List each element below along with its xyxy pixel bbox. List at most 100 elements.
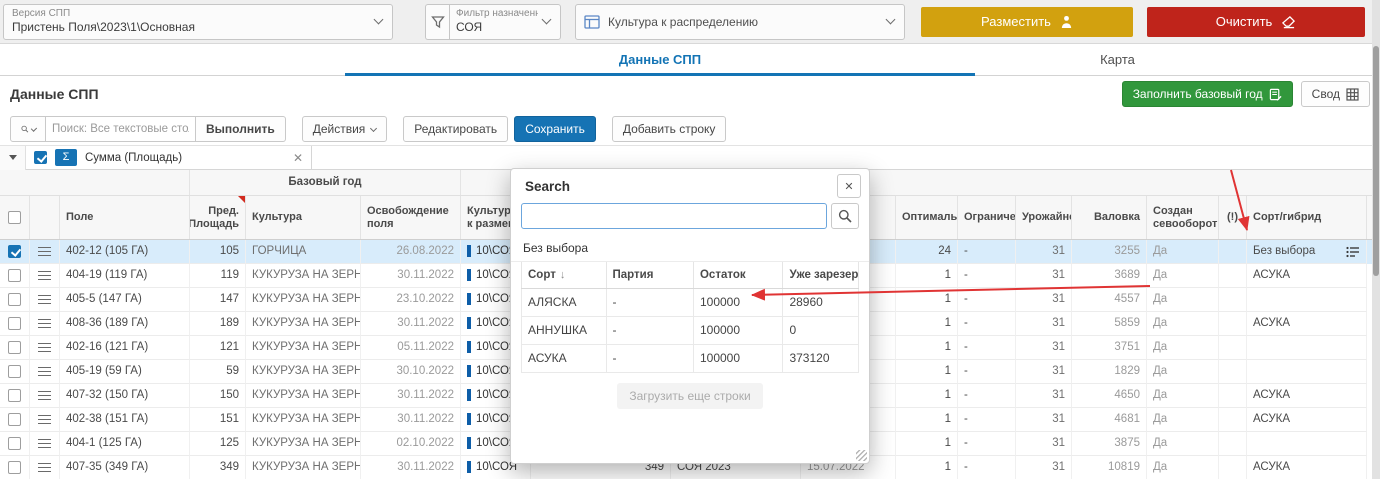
col-optimal[interactable]: Оптимальн bbox=[896, 196, 958, 239]
col-release[interactable]: Освобождение поля bbox=[361, 196, 461, 239]
sort-hybrid-cell[interactable]: АСУКА bbox=[1247, 456, 1367, 479]
sort-hybrid-cell[interactable] bbox=[1247, 288, 1367, 312]
sort-hybrid-cell[interactable]: АСУКА bbox=[1247, 384, 1367, 408]
col-gross[interactable]: Валовка bbox=[1072, 196, 1147, 239]
summary-button-label: Свод bbox=[1312, 87, 1340, 101]
created-cell: Да bbox=[1147, 336, 1219, 360]
col-limit[interactable]: Ограничен bbox=[958, 196, 1016, 239]
lov-header-row: Сорт↓ Партия Остаток Уже зарезервирова bbox=[521, 262, 859, 289]
lov-col-sort[interactable]: Сорт↓ bbox=[521, 262, 607, 288]
row-menu-icon[interactable] bbox=[30, 360, 60, 384]
lov-picker-icon[interactable] bbox=[1346, 246, 1360, 258]
select-all-checkbox[interactable] bbox=[0, 196, 30, 239]
row-select-checkbox[interactable] bbox=[0, 384, 30, 408]
field-cell: 405-5 (147 ГА) bbox=[60, 288, 190, 312]
lov-row[interactable]: АЛЯСКА-10000028960 bbox=[521, 289, 859, 317]
fill-base-year-button[interactable]: Заполнить базовый год bbox=[1122, 81, 1293, 107]
top-toolbar: Версия СПП Пристень Поля\2023\1\Основная… bbox=[0, 0, 1380, 44]
row-menu-icon[interactable] bbox=[30, 432, 60, 456]
sort-hybrid-cell[interactable] bbox=[1247, 432, 1367, 456]
row-menu-icon[interactable] bbox=[30, 384, 60, 408]
grid-icon bbox=[1346, 88, 1359, 101]
place-button[interactable]: Разместить bbox=[921, 7, 1133, 37]
search-icon[interactable] bbox=[831, 203, 859, 229]
row-select-checkbox[interactable] bbox=[0, 264, 30, 288]
sum-icon[interactable]: Σ bbox=[55, 149, 77, 166]
culture-filter-value: СОЯ bbox=[456, 20, 538, 35]
row-select-checkbox[interactable] bbox=[0, 360, 30, 384]
lov-row[interactable]: АННУШКА-1000000 bbox=[521, 317, 859, 345]
col-field[interactable]: Поле bbox=[60, 196, 190, 239]
lov-reserved-cell: 373120 bbox=[783, 345, 859, 373]
version-dropdown[interactable]: Версия СПП Пристень Поля\2023\1\Основная bbox=[3, 4, 393, 40]
col-prev-area[interactable]: Пред. Площадь bbox=[190, 196, 246, 239]
sort-hybrid-cell[interactable] bbox=[1247, 336, 1367, 360]
culture-cell: ГОРЧИЦА bbox=[246, 240, 361, 264]
col-warning[interactable]: (!) bbox=[1219, 196, 1247, 239]
lov-table: Сорт↓ Партия Остаток Уже зарезервирова А… bbox=[511, 262, 869, 373]
created-cell: Да bbox=[1147, 408, 1219, 432]
culture-filter-dropdown[interactable]: Фильтр назначенной культуры СОЯ bbox=[449, 4, 561, 40]
row-select-checkbox[interactable] bbox=[0, 408, 30, 432]
lov-col-batch[interactable]: Партия bbox=[607, 262, 694, 288]
summary-button[interactable]: Свод bbox=[1301, 81, 1370, 107]
col-culture[interactable]: Культура bbox=[246, 196, 361, 239]
col-sort-hybrid[interactable]: Сорт/гибрид bbox=[1247, 196, 1367, 239]
dialog-header: Search ✕ bbox=[511, 169, 869, 203]
scrollbar-thumb[interactable] bbox=[1373, 46, 1379, 276]
lov-sort-cell: АЛЯСКА bbox=[521, 289, 607, 317]
row-menu-icon[interactable] bbox=[30, 288, 60, 312]
tab-map[interactable]: Карта bbox=[975, 44, 1260, 75]
chevron-down-icon bbox=[374, 14, 384, 24]
sort-hybrid-cell[interactable] bbox=[1247, 360, 1367, 384]
no-selection-option[interactable]: Без выбора bbox=[511, 235, 869, 262]
aggregate-menu-button[interactable] bbox=[0, 146, 26, 170]
row-select-checkbox[interactable] bbox=[0, 336, 30, 360]
remove-aggregate-icon[interactable]: ✕ bbox=[293, 151, 303, 165]
row-select-checkbox[interactable] bbox=[0, 456, 30, 479]
warn-cell bbox=[1219, 288, 1247, 312]
lov-col-rest[interactable]: Остаток bbox=[694, 262, 783, 288]
row-select-checkbox[interactable] bbox=[0, 288, 30, 312]
row-menu-icon[interactable] bbox=[30, 336, 60, 360]
lov-rest-cell: 100000 bbox=[694, 345, 783, 373]
col-yield[interactable]: Урожайно bbox=[1016, 196, 1072, 239]
row-select-checkbox[interactable] bbox=[0, 312, 30, 336]
group-base-year: Базовый год bbox=[190, 170, 461, 195]
resize-handle[interactable] bbox=[856, 450, 867, 461]
sort-hybrid-cell[interactable]: Без выбора bbox=[1247, 240, 1367, 264]
actions-menu-button[interactable]: Действия bbox=[302, 116, 388, 142]
created-cell: Да bbox=[1147, 456, 1219, 479]
row-menu-icon[interactable] bbox=[30, 408, 60, 432]
aggregate-checkbox[interactable] bbox=[34, 151, 47, 164]
sort-hybrid-cell[interactable]: АСУКА bbox=[1247, 408, 1367, 432]
row-menu-icon[interactable] bbox=[30, 240, 60, 264]
tab-data-spp[interactable]: Данные СПП bbox=[345, 44, 975, 75]
close-icon[interactable]: ✕ bbox=[837, 174, 861, 198]
caret-down-icon bbox=[9, 155, 17, 160]
search-input[interactable] bbox=[46, 116, 196, 142]
col-created-rotation[interactable]: Создан севооборот bbox=[1147, 196, 1219, 239]
row-select-checkbox[interactable] bbox=[0, 432, 30, 456]
go-button[interactable]: Выполнить bbox=[196, 116, 286, 142]
distribution-culture-dropdown[interactable]: Культура к распределению bbox=[575, 4, 905, 40]
add-row-button[interactable]: Добавить строку bbox=[612, 116, 727, 142]
sort-hybrid-cell[interactable]: АСУКА bbox=[1247, 312, 1367, 336]
vertical-scrollbar[interactable] bbox=[1372, 0, 1380, 479]
load-more-button[interactable]: Загрузить еще строки bbox=[617, 383, 762, 409]
sort-hybrid-cell[interactable]: АСУКА bbox=[1247, 264, 1367, 288]
clear-button[interactable]: Очистить bbox=[1147, 7, 1365, 37]
culture-cell: КУКУРУЗА НА ЗЕРНО bbox=[246, 312, 361, 336]
row-menu-icon[interactable] bbox=[30, 456, 60, 479]
lov-search-input[interactable] bbox=[521, 203, 827, 229]
row-menu-icon[interactable] bbox=[30, 264, 60, 288]
save-button[interactable]: Сохранить bbox=[514, 116, 596, 142]
prev-cell: 151 bbox=[190, 408, 246, 432]
search-options-button[interactable] bbox=[10, 116, 46, 142]
row-menu-icon[interactable] bbox=[30, 312, 60, 336]
edit-button[interactable]: Редактировать bbox=[403, 116, 508, 142]
yield-cell: 31 bbox=[1016, 408, 1072, 432]
row-select-checkbox[interactable] bbox=[0, 240, 30, 264]
lov-row[interactable]: АСУКА-100000373120 bbox=[521, 345, 859, 373]
lov-col-reserved[interactable]: Уже зарезервирова bbox=[783, 262, 859, 288]
